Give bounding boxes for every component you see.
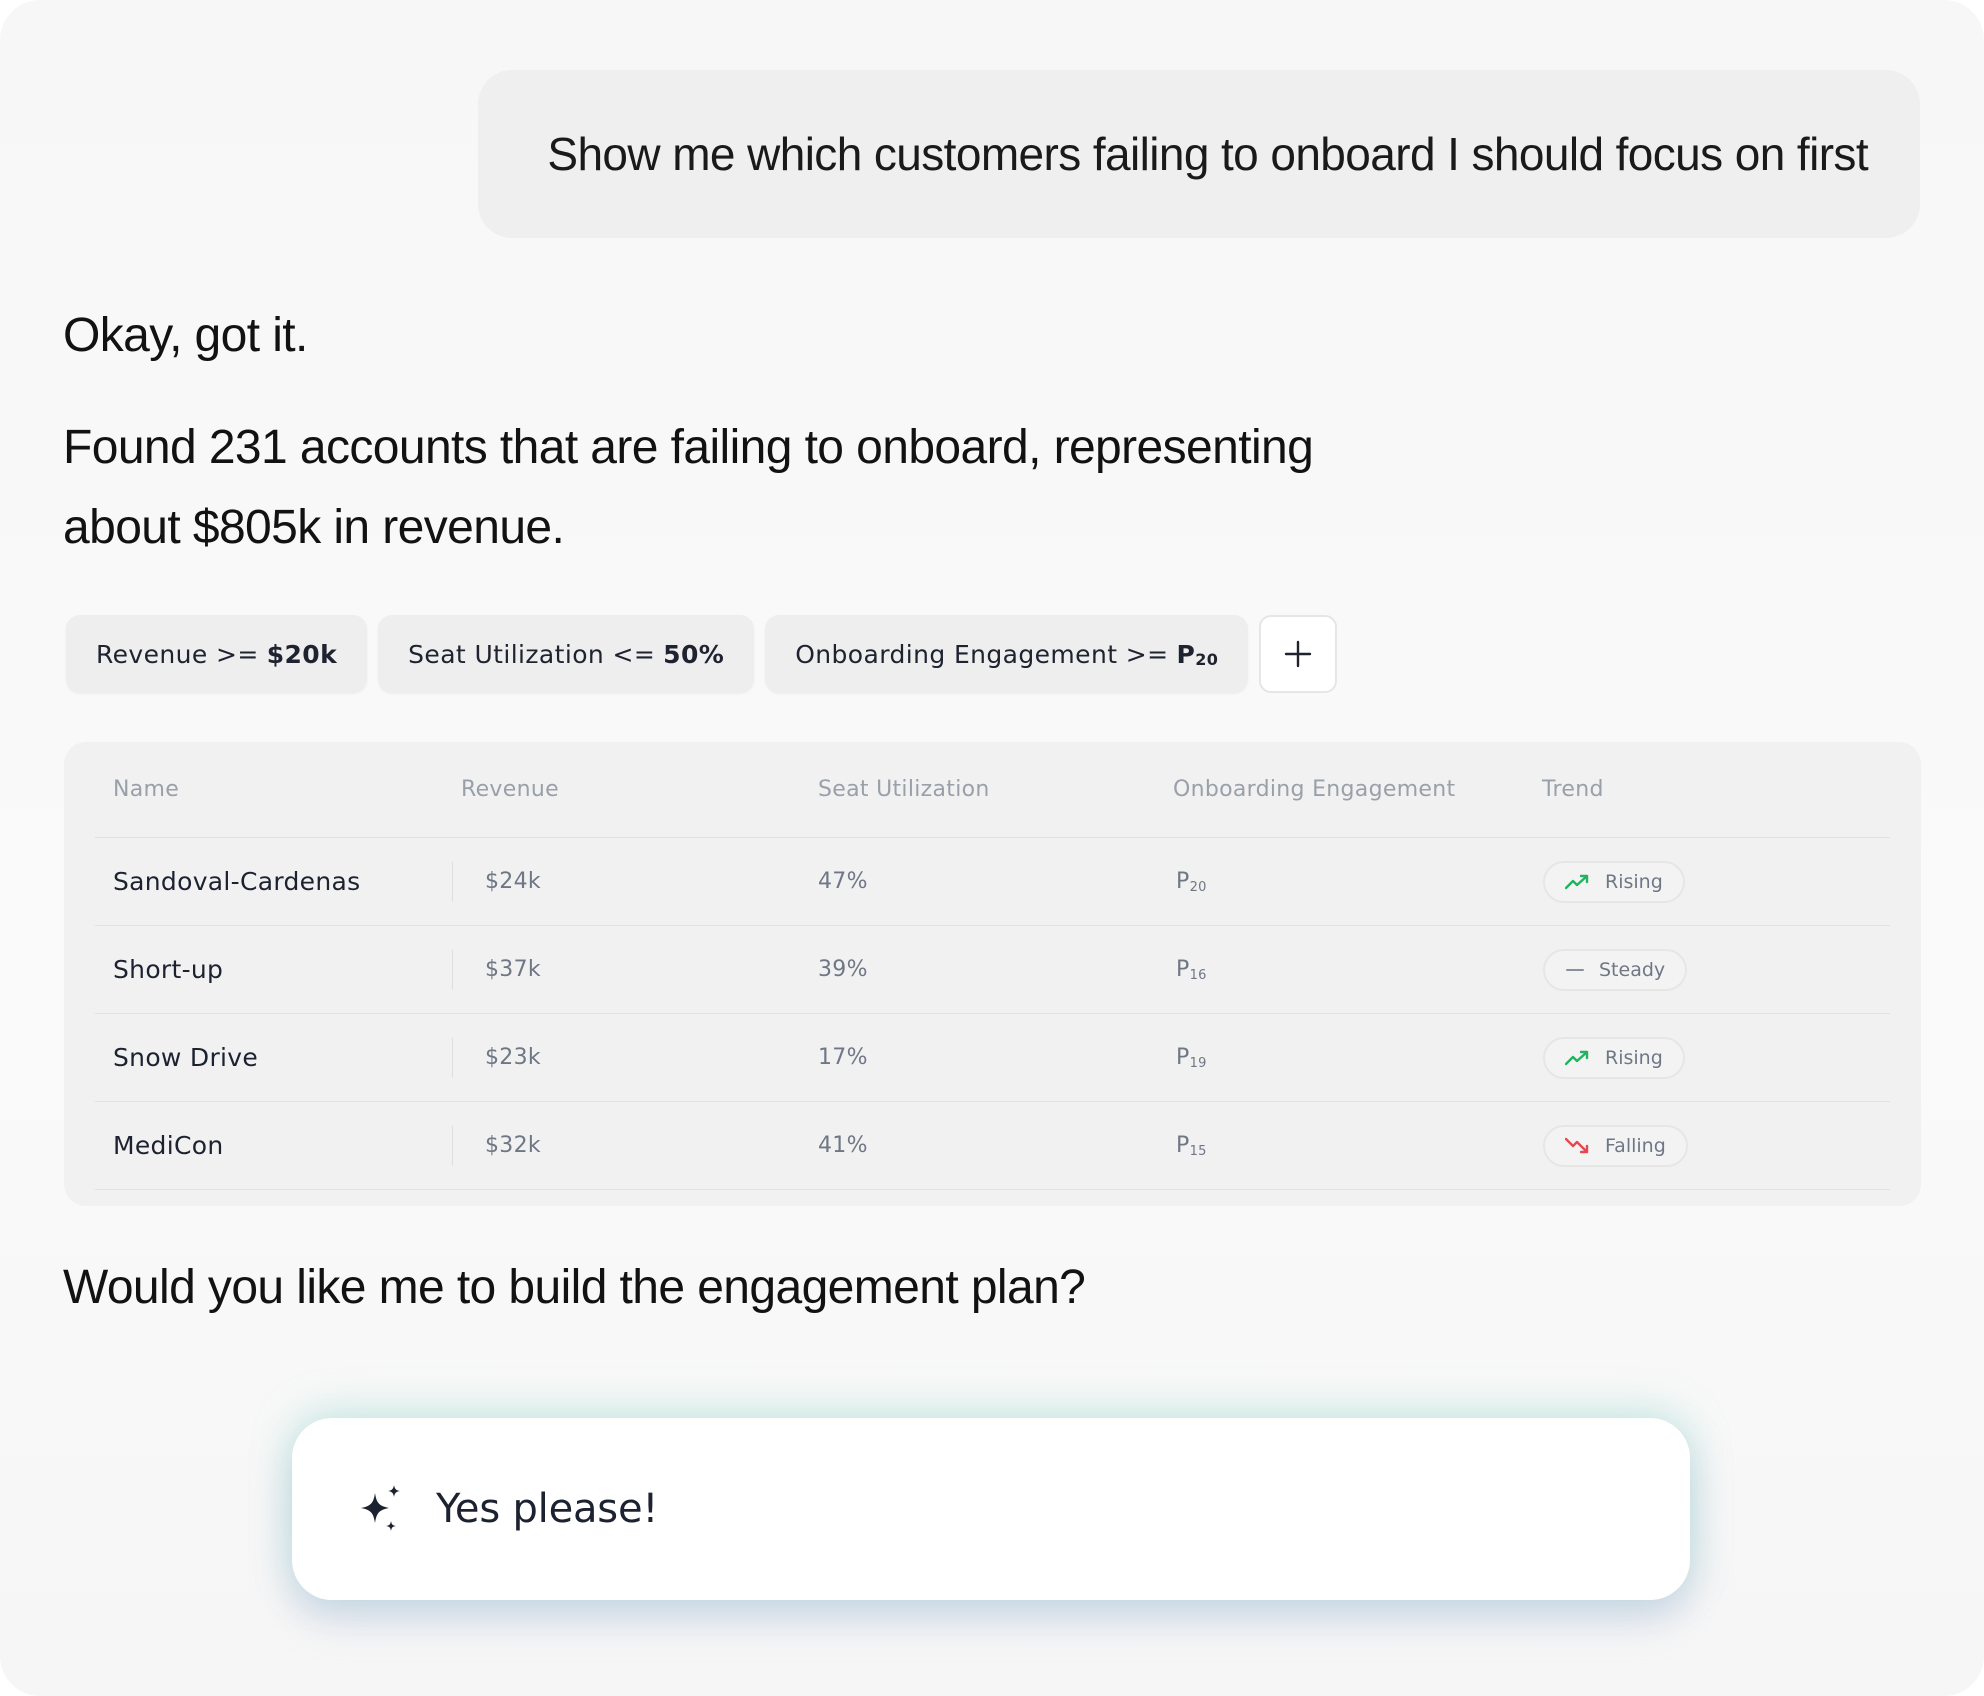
cell-trend: Falling xyxy=(1542,1124,1890,1167)
table-row[interactable]: Sandoval-Cardenas $24k 47% P20 Rising xyxy=(95,838,1890,926)
cell-onboarding-engagement: P20 xyxy=(1176,868,1207,895)
trend-label: Falling xyxy=(1605,1134,1666,1157)
user-message-text: Show me which customers failing to onboa… xyxy=(547,128,1868,180)
trend-label: Steady xyxy=(1599,958,1666,981)
table-row[interactable]: Snow Drive $23k 17% P19 Rising xyxy=(95,1014,1890,1102)
assistant-summary: Found 231 accounts that are failing to o… xyxy=(63,408,1383,568)
cell-seat-utilization: 41% xyxy=(818,1133,868,1158)
cell-name: MediCon xyxy=(113,1131,224,1160)
cell-onboarding-engagement: P15 xyxy=(1176,1132,1207,1159)
cell-seat-utilization: 39% xyxy=(818,957,868,982)
cell-onboarding-engagement: P16 xyxy=(1176,956,1207,983)
cell-onboarding-engagement: P19 xyxy=(1176,1044,1207,1071)
trend-badge: Rising xyxy=(1543,860,1685,903)
cell-revenue: $23k xyxy=(452,1037,818,1078)
filter-chip-label: Onboarding Engagement >= xyxy=(795,639,1169,669)
cell-revenue: $24k xyxy=(452,861,818,902)
table-header: Name Revenue Seat Utilization Onboarding… xyxy=(95,742,1890,838)
filter-chip-value: 50% xyxy=(663,639,725,669)
column-header-name[interactable]: Name xyxy=(95,777,452,802)
filter-chip-onboarding-engagement[interactable]: Onboarding Engagement >= P20 xyxy=(765,615,1249,693)
filter-chip-value: $20k xyxy=(266,639,338,669)
trend-label: Rising xyxy=(1605,870,1663,893)
filter-chip-value: P20 xyxy=(1176,639,1219,669)
user-message-bubble: Show me which customers failing to onboa… xyxy=(478,70,1920,238)
column-header-seat-utilization[interactable]: Seat Utilization xyxy=(818,777,1173,802)
cell-name: Short-up xyxy=(113,955,224,984)
summary-line-1: Found 231 accounts that are failing to o… xyxy=(63,421,1314,474)
filter-chip-seat-utilization[interactable]: Seat Utilization <= 50% xyxy=(378,615,755,693)
cell-name: Sandoval-Cardenas xyxy=(113,867,361,896)
cell-trend: Rising xyxy=(1542,860,1890,903)
table-row[interactable]: Short-up $37k 39% P16 Steady xyxy=(95,926,1890,1014)
filter-chips: Revenue >= $20k Seat Utilization <= 50% … xyxy=(66,615,1338,693)
column-header-revenue[interactable]: Revenue xyxy=(452,777,818,802)
cell-revenue: $37k xyxy=(452,949,818,990)
filter-chip-label: Seat Utilization <= xyxy=(408,639,656,669)
table-row[interactable]: MediCon $32k 41% P15 Falling xyxy=(95,1102,1890,1190)
trend-badge: Rising xyxy=(1543,1036,1685,1079)
trend-badge: Steady xyxy=(1543,948,1688,991)
accounts-table: Name Revenue Seat Utilization Onboarding… xyxy=(64,742,1921,1206)
cell-revenue: $32k xyxy=(452,1125,818,1166)
yes-please-button[interactable]: Yes please! xyxy=(292,1418,1690,1600)
cell-seat-utilization: 17% xyxy=(818,1045,868,1070)
assistant-ack: Okay, got it. xyxy=(63,309,308,362)
dash-icon xyxy=(1566,968,1584,971)
column-header-onboarding-engagement[interactable]: Onboarding Engagement xyxy=(1173,777,1542,802)
trending-up-icon xyxy=(1565,1050,1589,1065)
trend-label: Rising xyxy=(1605,1046,1663,1069)
trend-badge: Falling xyxy=(1543,1124,1688,1167)
trending-up-icon xyxy=(1565,874,1589,889)
trending-down-icon xyxy=(1565,1137,1589,1153)
cell-name: Snow Drive xyxy=(113,1043,259,1072)
plus-icon xyxy=(1285,640,1312,668)
cell-trend: Rising xyxy=(1542,1036,1890,1079)
assistant-question: Would you like me to build the engagemen… xyxy=(63,1261,1086,1314)
sparkle-icon xyxy=(361,1485,400,1531)
filter-chip-revenue[interactable]: Revenue >= $20k xyxy=(66,615,368,693)
cell-trend: Steady xyxy=(1542,948,1890,991)
summary-line-2: about $805k in revenue. xyxy=(63,501,565,554)
add-filter-button[interactable] xyxy=(1259,615,1338,693)
column-header-trend[interactable]: Trend xyxy=(1542,777,1890,802)
cell-seat-utilization: 47% xyxy=(818,869,868,894)
filter-chip-label: Revenue >= xyxy=(96,639,259,669)
yes-please-label: Yes please! xyxy=(436,1486,659,1532)
